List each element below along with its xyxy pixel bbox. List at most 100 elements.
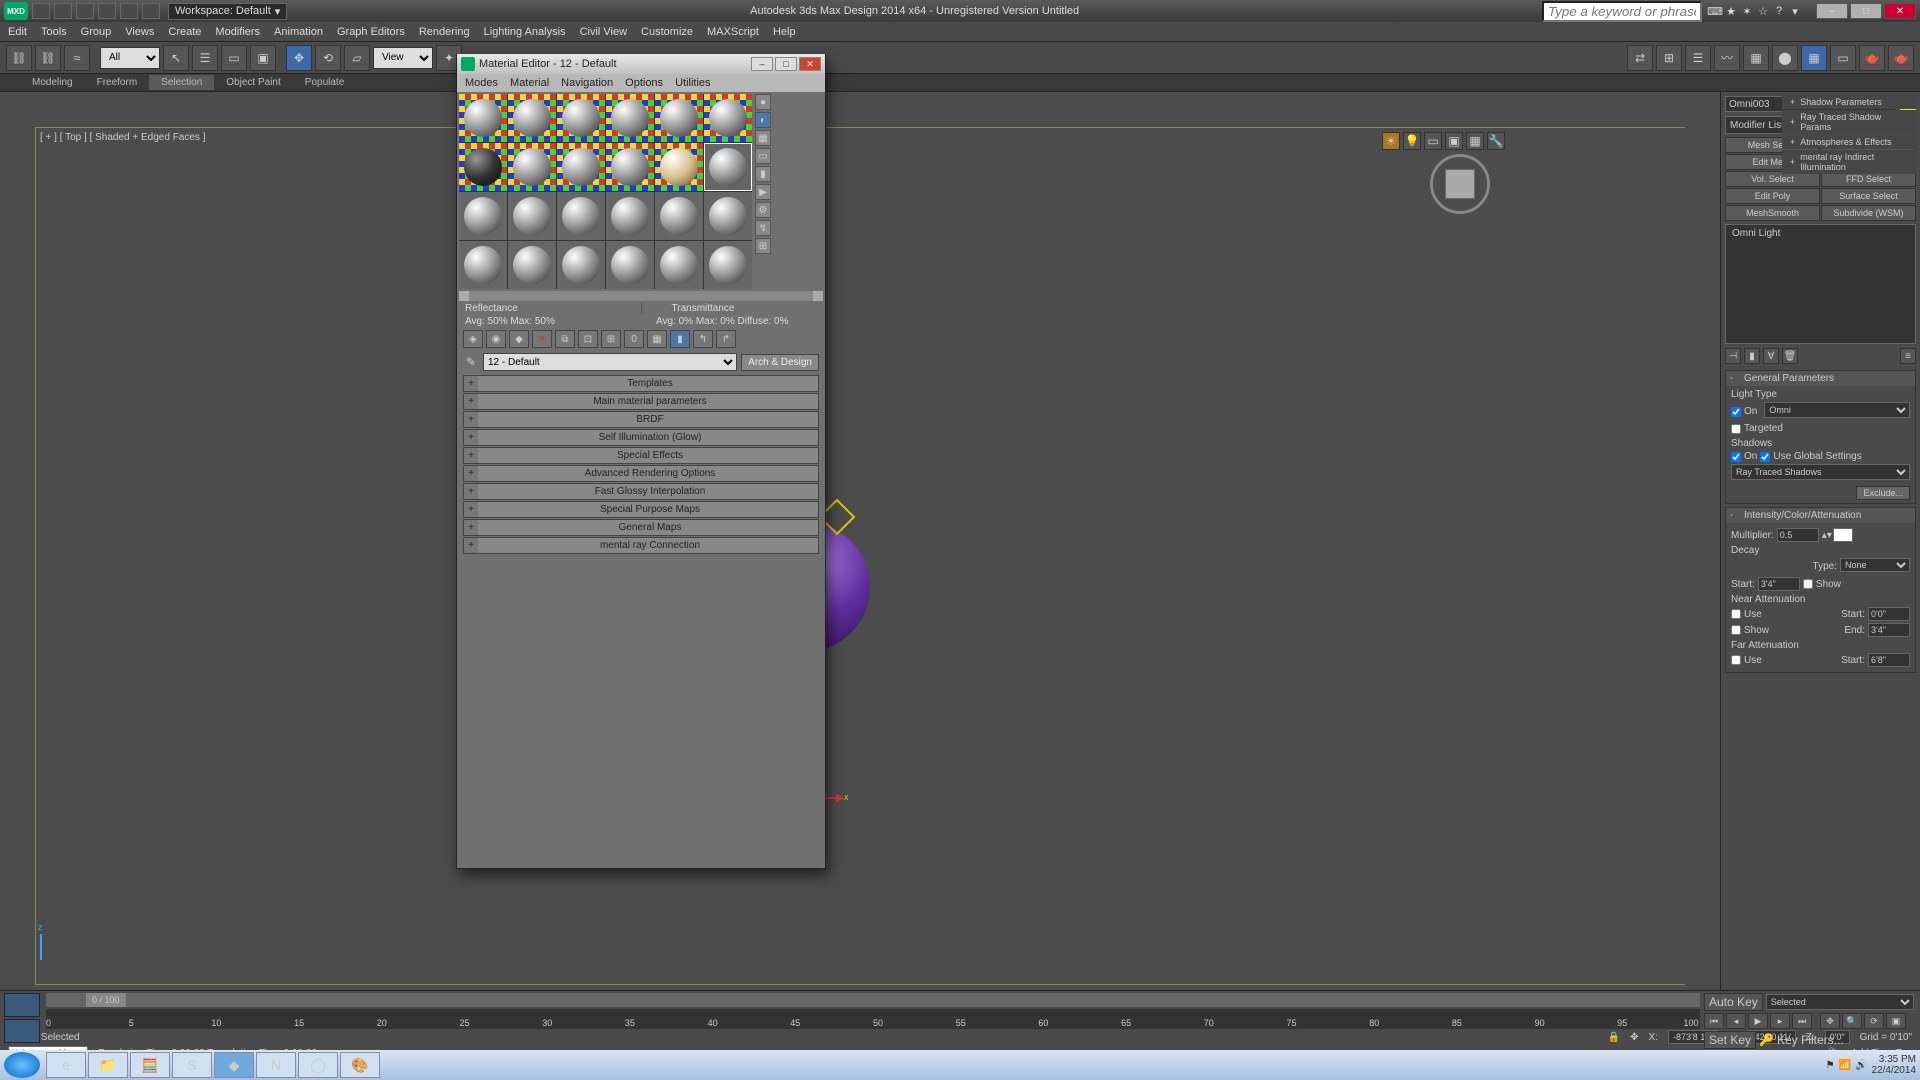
light-gizmo[interactable]: [824, 504, 850, 530]
rollout-shadow-params[interactable]: Shadow Parameters: [1782, 95, 1916, 109]
tab-populate[interactable]: Populate: [293, 75, 356, 90]
tab-freeform[interactable]: Freeform: [85, 75, 150, 90]
task-ie-icon[interactable]: e: [46, 1052, 86, 1078]
decay-start-input[interactable]: [1758, 577, 1800, 591]
make-preview-icon[interactable]: ▶: [755, 184, 771, 200]
time-pos[interactable]: 0 / 100: [86, 993, 126, 1007]
pin-stack-icon[interactable]: ⊣: [1725, 348, 1741, 364]
sample-slot[interactable]: [508, 94, 556, 142]
close-button[interactable]: ✕: [1884, 3, 1916, 19]
sample-slot[interactable]: [606, 94, 654, 142]
prev-frame-icon[interactable]: ◂: [1726, 1013, 1746, 1029]
far-start-input[interactable]: [1868, 653, 1910, 667]
mirror-icon[interactable]: ⇄: [1627, 45, 1653, 71]
options-icon[interactable]: ⚙: [755, 202, 771, 218]
safe-frame-icon[interactable]: ▣: [1445, 132, 1463, 150]
window-crossing-icon[interactable]: ▣: [250, 45, 276, 71]
set-key-mode-icon[interactable]: [4, 993, 40, 1017]
task-chrome-icon[interactable]: ◯: [298, 1052, 338, 1078]
sun-icon[interactable]: ☀: [1382, 132, 1400, 150]
curve-editor-icon[interactable]: 〰: [1714, 45, 1740, 71]
sample-slot[interactable]: [459, 143, 507, 191]
task-calc-icon[interactable]: 🧮: [130, 1052, 170, 1078]
chevron-down-icon[interactable]: ▾: [1788, 4, 1802, 18]
timeline-ruler[interactable]: 0 5 10 15 20 25 30 35 40 45 50 55 60 65 …: [46, 1009, 1700, 1029]
menu-customize[interactable]: Customize: [641, 26, 693, 38]
sample-slot[interactable]: [704, 94, 752, 142]
rollout-mentalray[interactable]: mental ray Indirect Illumination: [1782, 150, 1916, 174]
ref-coord[interactable]: View: [373, 47, 433, 69]
next-frame-icon[interactable]: ▸: [1770, 1013, 1790, 1029]
favorite-icon[interactable]: ☆: [1756, 4, 1770, 18]
play-icon[interactable]: ▶: [1748, 1013, 1768, 1029]
show-end-result-icon[interactable]: ▮: [670, 330, 690, 348]
dialog-maximize-button[interactable]: □: [775, 57, 797, 71]
remove-mod-icon[interactable]: 🗑: [1782, 348, 1798, 364]
background-icon[interactable]: ▦: [755, 130, 771, 146]
menu-maxscript[interactable]: MAXScript: [707, 26, 759, 38]
sample-slot[interactable]: [459, 94, 507, 142]
tab-selection[interactable]: Selection: [149, 75, 214, 90]
help-icon[interactable]: ?: [1772, 4, 1786, 18]
menu-edit[interactable]: Edit: [8, 26, 27, 38]
tray-network-icon[interactable]: 📶: [1839, 1060, 1851, 1071]
sample-slot[interactable]: [704, 241, 752, 289]
selection-filter[interactable]: All: [100, 47, 160, 69]
task-3dsmax-icon[interactable]: ◆: [214, 1052, 254, 1078]
layer-icon[interactable]: ☰: [1685, 45, 1711, 71]
nav-max-icon[interactable]: ▣: [1886, 1013, 1906, 1029]
use-checkbox[interactable]: [1731, 655, 1741, 665]
menu-graph-editors[interactable]: Graph Editors: [337, 26, 405, 38]
qat-undo-icon[interactable]: [98, 3, 116, 19]
put-to-scene-icon[interactable]: ◉: [486, 330, 506, 348]
shadow-type-dropdown[interactable]: Ray Traced Shadows: [1731, 464, 1910, 480]
key-icon[interactable]: 🔑: [1759, 1033, 1774, 1047]
select-icon[interactable]: ↖: [163, 45, 189, 71]
make-unique-icon[interactable]: ∀: [1763, 348, 1779, 364]
dialog-title-bar[interactable]: Material Editor - 12 - Default – □ ✕: [457, 54, 825, 74]
app-icon[interactable]: MXD: [4, 2, 28, 20]
rollout-header[interactable]: Intensity/Color/Attenuation: [1726, 508, 1915, 523]
rollout-templates[interactable]: +Templates: [463, 375, 819, 392]
help-search-input[interactable]: [1542, 1, 1702, 22]
sample-slot[interactable]: [459, 192, 507, 240]
sample-type-icon[interactable]: ●: [755, 94, 771, 110]
sample-slot[interactable]: [655, 94, 703, 142]
qat-redo-icon[interactable]: [120, 3, 138, 19]
rect-select-icon[interactable]: ▭: [221, 45, 247, 71]
menu-views[interactable]: Views: [125, 26, 154, 38]
tray-flag-icon[interactable]: ⚑: [1826, 1060, 1835, 1071]
menu-animation[interactable]: Animation: [274, 26, 323, 38]
sample-slot[interactable]: [508, 241, 556, 289]
rollout-brdf[interactable]: +BRDF: [463, 411, 819, 428]
color-swatch[interactable]: [1833, 528, 1853, 542]
dialog-minimize-button[interactable]: –: [751, 57, 773, 71]
exchange-icon[interactable]: ✶: [1740, 4, 1754, 18]
dialog-close-button[interactable]: ✕: [799, 57, 821, 71]
viewcube[interactable]: [1430, 154, 1490, 214]
menu-civil[interactable]: Civil View: [580, 26, 627, 38]
schematic-icon[interactable]: ▦: [1743, 45, 1769, 71]
rollout-special-maps[interactable]: +Special Purpose Maps: [463, 501, 819, 518]
key-mode-icon[interactable]: [4, 1019, 40, 1043]
rollout-adv-render[interactable]: +Advanced Rendering Options: [463, 465, 819, 482]
me-menu-modes[interactable]: Modes: [465, 77, 498, 89]
me-menu-navigation[interactable]: Navigation: [561, 77, 613, 89]
make-copy-icon[interactable]: ⧉: [555, 330, 575, 348]
select-name-icon[interactable]: ☰: [192, 45, 218, 71]
menu-group[interactable]: Group: [81, 26, 112, 38]
sample-slot[interactable]: [557, 94, 605, 142]
show-map-icon[interactable]: ▦: [647, 330, 667, 348]
rollout-raytrace-params[interactable]: Ray Traced Shadow Params: [1782, 110, 1916, 134]
sample-slot[interactable]: [655, 192, 703, 240]
tray-volume-icon[interactable]: 🔊: [1855, 1060, 1867, 1071]
rollout-general-maps[interactable]: +General Maps: [463, 519, 819, 536]
time-slider[interactable]: 0 / 100: [46, 993, 1700, 1007]
key-target-dropdown[interactable]: Selected: [1766, 994, 1914, 1010]
sample-slot[interactable]: [704, 192, 752, 240]
viewport-label[interactable]: [ + ] [ Top ] [ Shaded + Edged Faces ]: [40, 132, 205, 143]
sample-slot[interactable]: [557, 192, 605, 240]
tab-object-paint[interactable]: Object Paint: [214, 75, 292, 90]
me-menu-material[interactable]: Material: [510, 77, 549, 89]
workspace-dropdown[interactable]: Workspace: Default ▾: [168, 3, 287, 20]
